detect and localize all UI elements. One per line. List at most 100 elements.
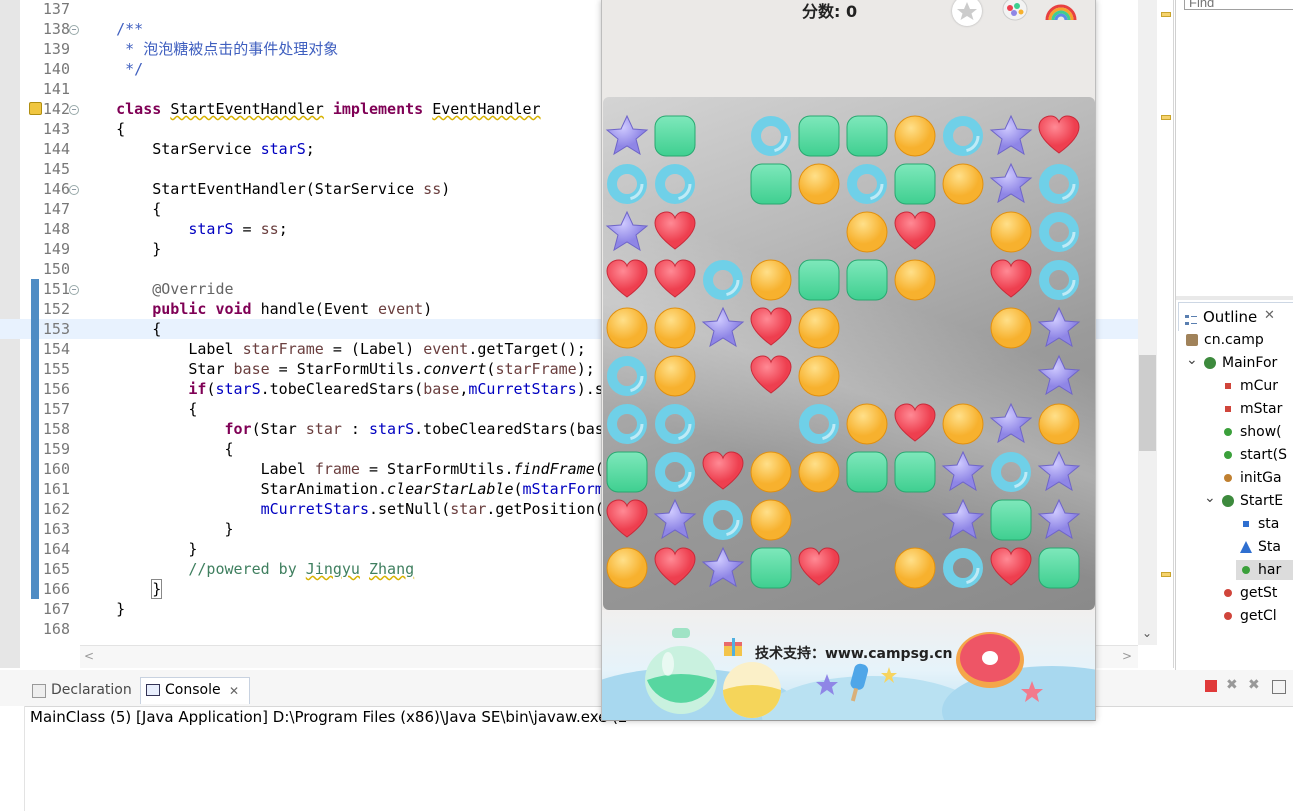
candy-green-icon[interactable]	[988, 497, 1034, 543]
ruler-warning-mark[interactable]	[1161, 12, 1171, 17]
candy-star-icon[interactable]	[700, 305, 746, 351]
candy-ring-icon[interactable]	[604, 401, 650, 447]
tab-declaration[interactable]: Declaration	[28, 678, 136, 704]
candy-star-icon[interactable]	[988, 401, 1034, 447]
candy-heart-icon[interactable]	[988, 545, 1034, 591]
candy-ring-icon[interactable]	[652, 161, 698, 207]
candy-star-icon[interactable]	[988, 113, 1034, 159]
candy-heart-icon[interactable]	[604, 257, 650, 303]
outline-item[interactable]: show(	[1218, 422, 1293, 442]
candy-ring-icon[interactable]	[796, 401, 842, 447]
candy-orange-icon[interactable]	[796, 305, 842, 351]
candy-star-icon[interactable]	[604, 113, 650, 159]
candy-ring-icon[interactable]	[988, 449, 1034, 495]
star-badge-icon[interactable]	[952, 0, 982, 26]
candy-green-icon[interactable]	[892, 161, 938, 207]
candy-green-icon[interactable]	[604, 449, 650, 495]
candy-green-icon[interactable]	[1036, 545, 1082, 591]
candy-green-icon[interactable]	[844, 449, 890, 495]
editor-vertical-scrollbar[interactable]	[1138, 0, 1157, 645]
outline-item[interactable]: ⌄ MainFor	[1186, 352, 1293, 373]
candy-green-icon[interactable]	[796, 113, 842, 159]
candy-heart-icon[interactable]	[748, 305, 794, 351]
candy-heart-icon[interactable]	[604, 497, 650, 543]
candy-heart-icon[interactable]	[652, 257, 698, 303]
candy-heart-icon[interactable]	[988, 257, 1034, 303]
candy-ring-icon[interactable]	[748, 113, 794, 159]
expand-toggle-icon[interactable]: ⌄	[1186, 350, 1198, 370]
tab-outline[interactable]: Outline ✕	[1178, 302, 1293, 331]
outline-item[interactable]: sta	[1236, 514, 1293, 534]
candy-ring-icon[interactable]	[604, 161, 650, 207]
candy-ring-icon[interactable]	[844, 161, 890, 207]
outline-item[interactable]: getCl	[1218, 606, 1293, 626]
candy-ring-icon[interactable]	[940, 545, 986, 591]
scroll-down-icon[interactable]: ⌄	[1142, 626, 1152, 640]
candy-green-icon[interactable]	[748, 545, 794, 591]
candy-orange-icon[interactable]	[988, 305, 1034, 351]
game-window[interactable]: 分数: 0 技术支持：www.campsg.cn	[601, 0, 1096, 721]
outline-item[interactable]: har	[1236, 560, 1293, 580]
candy-green-icon[interactable]	[796, 257, 842, 303]
find-input[interactable]	[1184, 0, 1293, 10]
outline-item[interactable]: mCur	[1218, 376, 1293, 396]
outline-item[interactable]: mStar	[1218, 399, 1293, 419]
candy-orange-icon[interactable]	[604, 545, 650, 591]
candy-heart-icon[interactable]	[652, 209, 698, 255]
outline-item[interactable]: start(S	[1218, 445, 1293, 465]
candy-green-icon[interactable]	[748, 161, 794, 207]
candy-star-icon[interactable]	[1036, 353, 1082, 399]
candy-orange-icon[interactable]	[652, 353, 698, 399]
candy-orange-icon[interactable]	[796, 353, 842, 399]
candy-ring-icon[interactable]	[604, 353, 650, 399]
candy-orange-icon[interactable]	[892, 257, 938, 303]
fold-toggle-icon[interactable]: −	[69, 185, 79, 195]
outline-item[interactable]: cn.camp	[1182, 330, 1293, 350]
candy-star-icon[interactable]	[1036, 305, 1082, 351]
terminate-icon[interactable]	[1205, 680, 1217, 692]
candy-star-icon[interactable]	[1036, 449, 1082, 495]
candy-orange-icon[interactable]	[748, 497, 794, 543]
candy-green-icon[interactable]	[844, 113, 890, 159]
candy-heart-icon[interactable]	[892, 209, 938, 255]
candy-orange-icon[interactable]	[844, 401, 890, 447]
fold-toggle-icon[interactable]: −	[69, 285, 79, 295]
candy-orange-icon[interactable]	[604, 305, 650, 351]
candy-green-icon[interactable]	[844, 257, 890, 303]
candy-orange-icon[interactable]	[940, 401, 986, 447]
tab-console[interactable]: Console ✕	[140, 677, 250, 704]
candy-star-icon[interactable]	[1036, 497, 1082, 543]
overview-ruler[interactable]	[1158, 0, 1172, 645]
candy-star-icon[interactable]	[940, 449, 986, 495]
fold-toggle-icon[interactable]: −	[69, 25, 79, 35]
ruler-warning-mark[interactable]	[1161, 115, 1171, 120]
remove-launch-icon[interactable]: ✖	[1226, 677, 1240, 693]
candy-ring-icon[interactable]	[652, 449, 698, 495]
rainbow-icon[interactable]	[1044, 0, 1078, 22]
candy-orange-icon[interactable]	[652, 305, 698, 351]
fold-toggle-icon[interactable]: −	[69, 105, 79, 115]
outline-item[interactable]: ⌄ StartE	[1204, 490, 1293, 511]
candy-orange-icon[interactable]	[796, 449, 842, 495]
candy-green-icon[interactable]	[892, 449, 938, 495]
candy-orange-icon[interactable]	[988, 209, 1034, 255]
candy-heart-icon[interactable]	[700, 449, 746, 495]
candy-ring-icon[interactable]	[1036, 161, 1082, 207]
candy-orange-icon[interactable]	[748, 449, 794, 495]
candy-orange-icon[interactable]	[796, 161, 842, 207]
candy-ring-icon[interactable]	[1036, 209, 1082, 255]
outline-item[interactable]: Sta	[1236, 537, 1293, 557]
outline-item[interactable]: initGa	[1218, 468, 1293, 488]
scroll-left-icon[interactable]: <	[84, 649, 94, 663]
ruler-warning-mark[interactable]	[1161, 572, 1171, 577]
candy-star-icon[interactable]	[988, 161, 1034, 207]
close-icon[interactable]: ✕	[229, 679, 239, 703]
candy-orange-icon[interactable]	[748, 257, 794, 303]
candy-heart-icon[interactable]	[1036, 113, 1082, 159]
editor-scroll-thumb[interactable]	[1139, 355, 1156, 451]
candy-orange-icon[interactable]	[1036, 401, 1082, 447]
candy-heart-icon[interactable]	[652, 545, 698, 591]
candy-orange-icon[interactable]	[892, 545, 938, 591]
outline-item[interactable]: getSt	[1218, 583, 1293, 603]
candy-orange-icon[interactable]	[940, 161, 986, 207]
